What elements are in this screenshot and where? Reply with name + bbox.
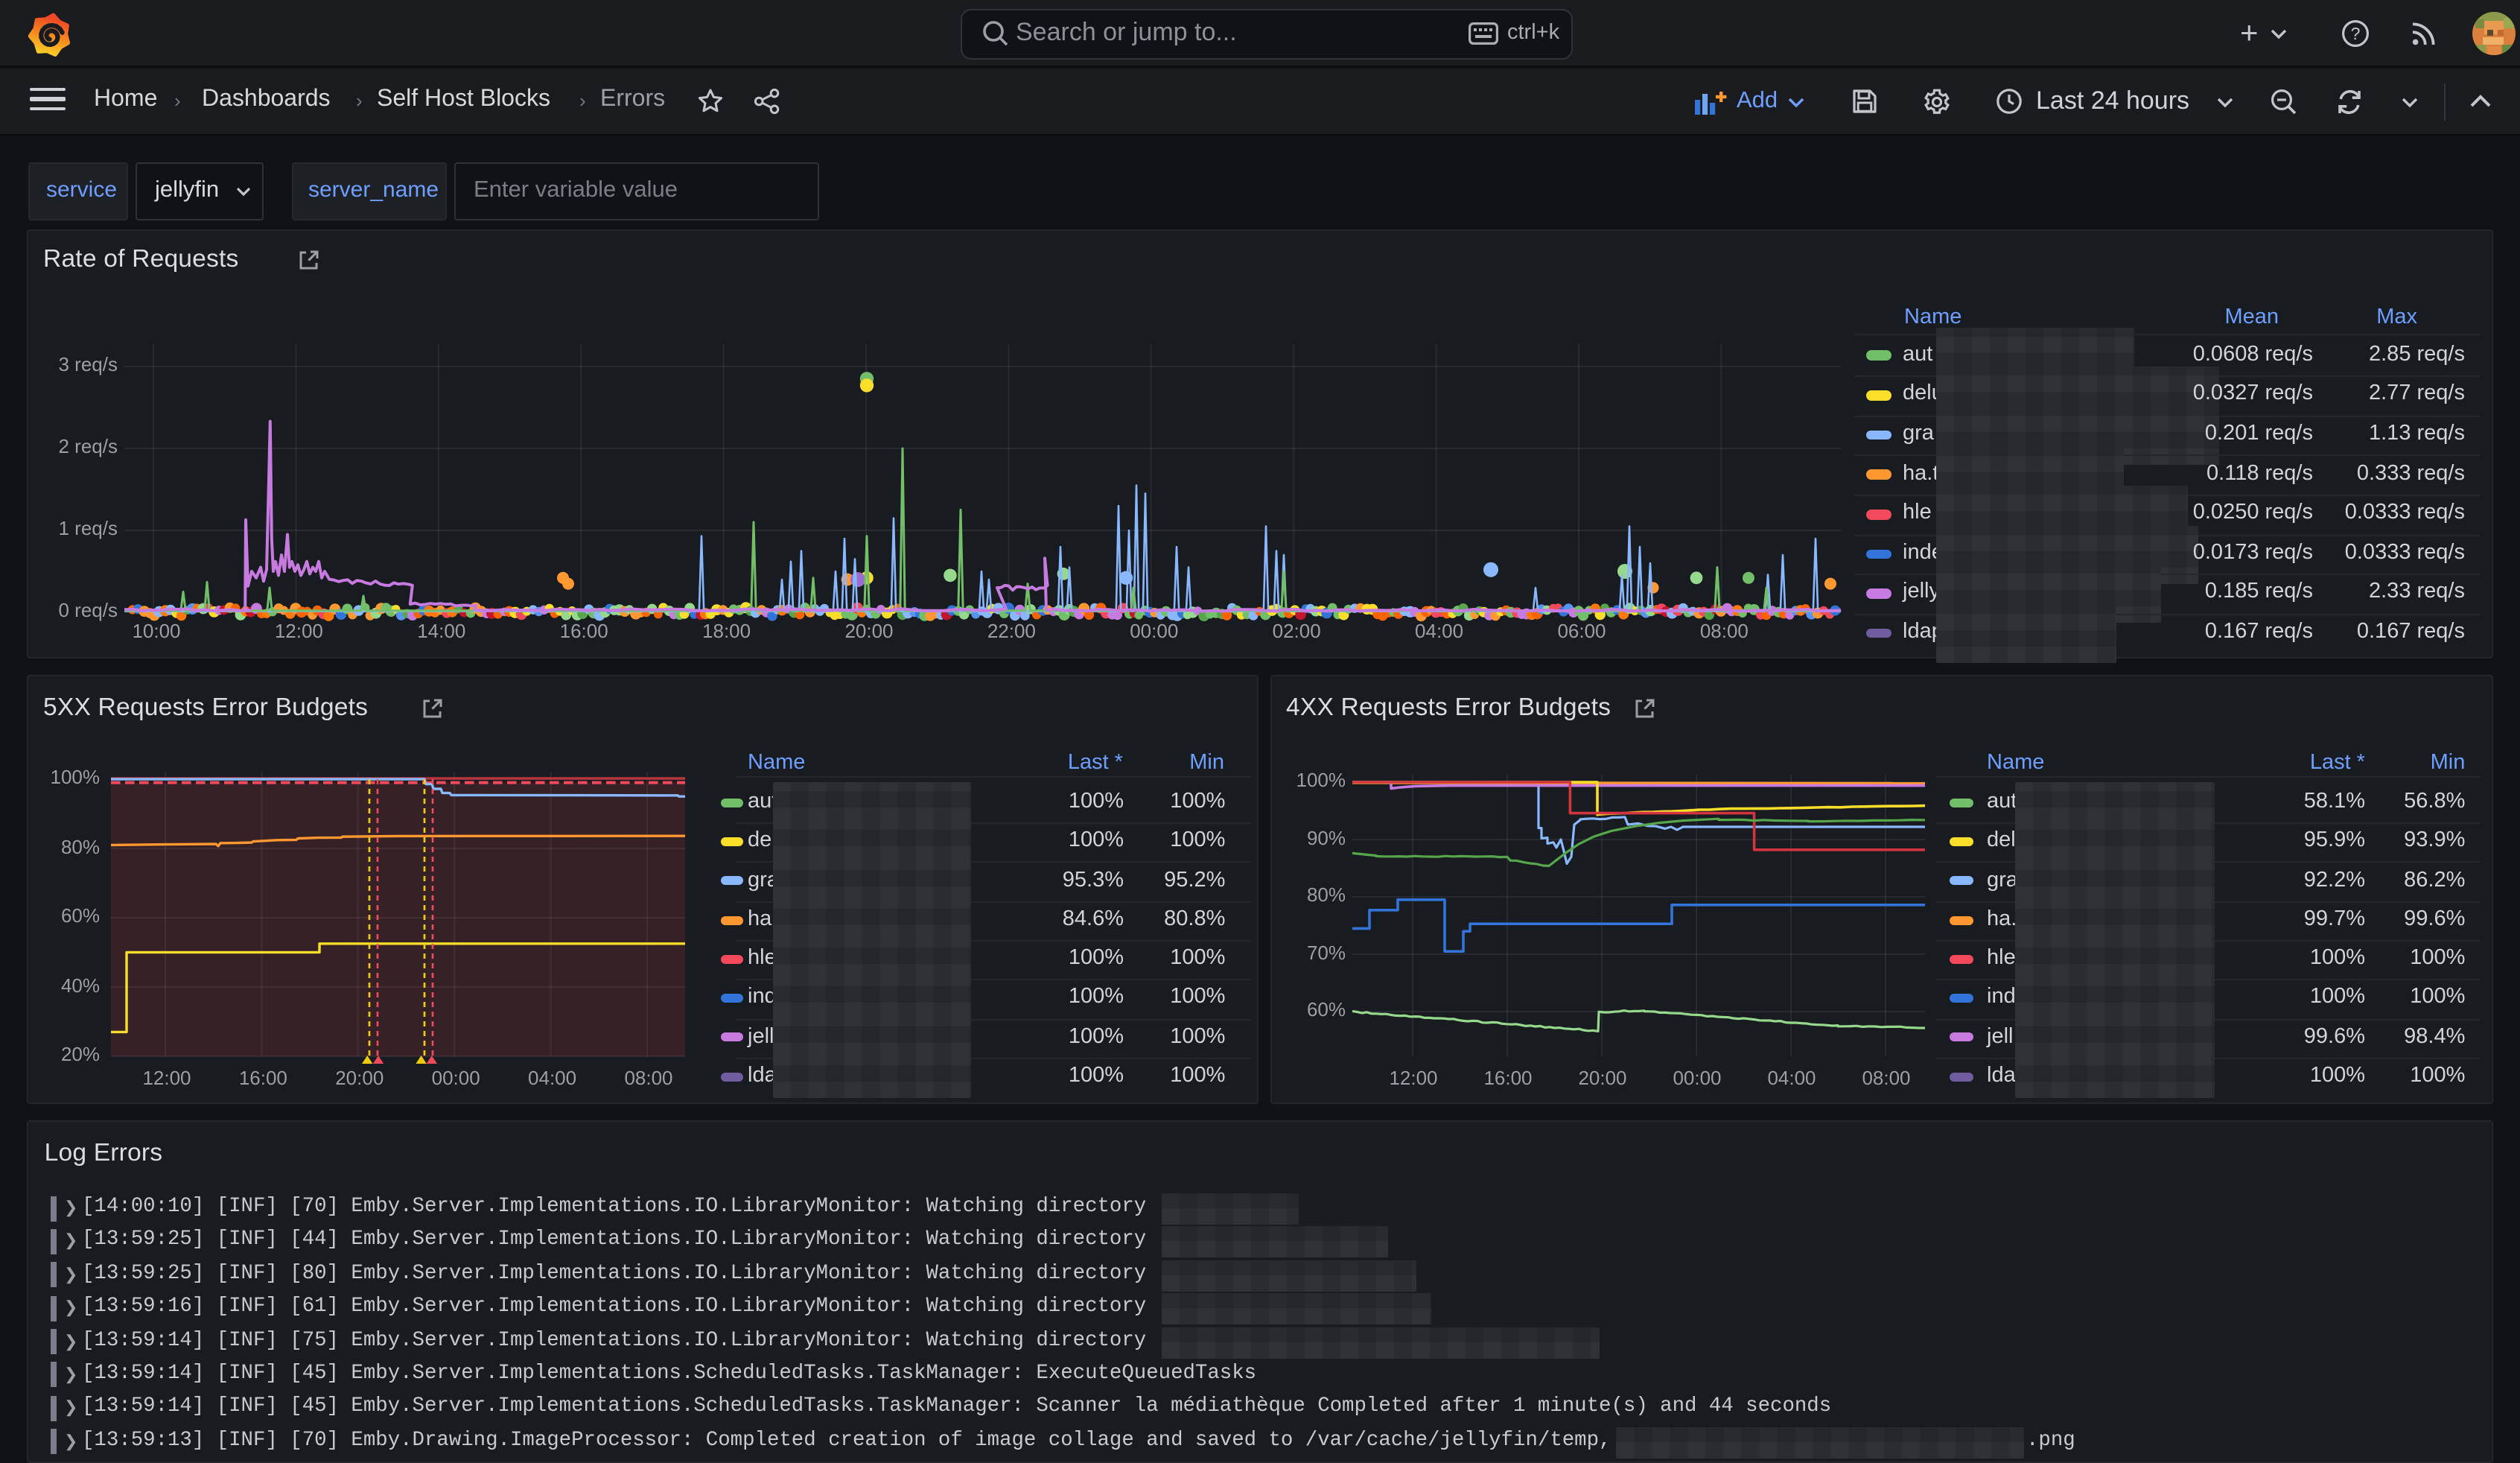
svg-text:?: ?	[2351, 24, 2361, 43]
